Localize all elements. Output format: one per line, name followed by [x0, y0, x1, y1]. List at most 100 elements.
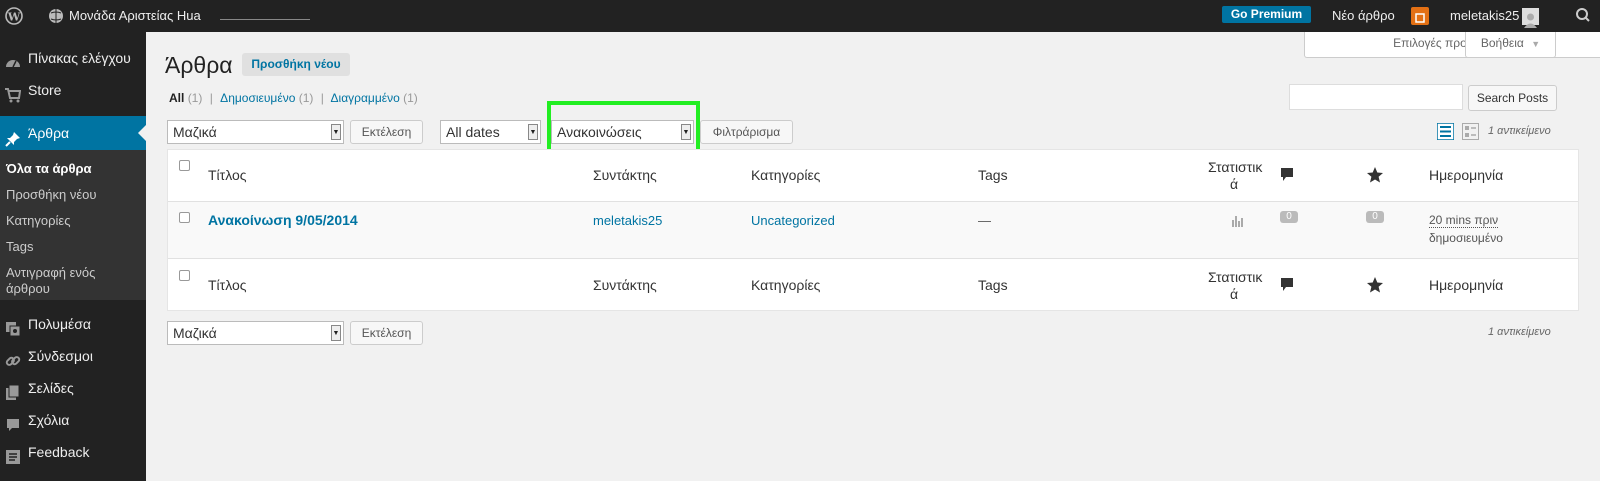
- search-icon[interactable]: [1575, 0, 1591, 32]
- submenu-duplicate-post[interactable]: Αντιγραφή ενός: [6, 265, 95, 280]
- go-premium-button[interactable]: Go Premium: [1222, 6, 1311, 23]
- cart-icon: [5, 82, 22, 103]
- filter-published[interactable]: Δημοσιευμένο: [220, 91, 295, 105]
- bulk-actions-select[interactable]: Μαζικά ▼: [167, 120, 344, 144]
- dropdown-arrow-icon: ▼: [528, 124, 538, 140]
- feedback-icon: [5, 444, 21, 464]
- filter-button[interactable]: Φιλτράρισμα: [700, 120, 793, 144]
- column-stats: Στατιστικ: [1208, 159, 1263, 175]
- link-icon: [5, 348, 21, 366]
- list-view-icon[interactable]: [1436, 122, 1455, 143]
- column-title-footer[interactable]: Τίτλος: [208, 277, 247, 293]
- filter-trash-count: (1): [403, 91, 418, 105]
- column-author-footer: Συντάκτης: [593, 277, 657, 293]
- row-checkbox[interactable]: [179, 212, 190, 223]
- admin-bar: W Μονάδα Αριστείας Hua Go Premium Νέο άρ…: [0, 0, 1600, 32]
- stats-chart-icon[interactable]: [1230, 212, 1246, 231]
- post-date: 20 mins πριν: [1429, 213, 1499, 228]
- dropdown-arrow-icon: ▼: [331, 124, 341, 140]
- help-arrow-icon: ▼: [1531, 39, 1541, 49]
- menu-posts[interactable]: Άρθρα: [0, 116, 146, 150]
- column-tags-footer: Tags: [978, 277, 1008, 293]
- column-categories-footer: Κατηγορίες: [751, 277, 821, 293]
- bulk-actions-value: Μαζικά: [173, 325, 217, 341]
- likes-star-icon[interactable]: [1366, 276, 1384, 297]
- bulk-actions-value: Μαζικά: [173, 124, 217, 140]
- filter-all[interactable]: All: [169, 91, 184, 105]
- menu-feedback[interactable]: Feedback: [0, 436, 146, 468]
- submenu-tags[interactable]: Tags: [6, 239, 33, 254]
- column-date-footer[interactable]: Ημερομηνία: [1429, 277, 1503, 293]
- post-category-link[interactable]: Uncategorized: [751, 213, 835, 228]
- wordpress-logo-icon[interactable]: W: [4, 0, 24, 32]
- main-content: Επιλογές προβολής ▼ Βοήθεια ▼ Άρθρα Προσ…: [146, 32, 1600, 481]
- menu-comments[interactable]: Σχόλια: [0, 404, 146, 436]
- column-stats-line2: ά: [1230, 176, 1239, 192]
- item-count-top: 1 αντικείμενο: [1488, 125, 1551, 137]
- add-new-post-button[interactable]: Προσθήκη νέου: [242, 53, 350, 76]
- column-stats-footer: Στατιστικ: [1208, 269, 1263, 285]
- menu-pages[interactable]: Σελίδες: [0, 372, 146, 404]
- comment-icon: [5, 412, 21, 431]
- post-status: δημοσιευμένο: [1429, 231, 1503, 245]
- search-input[interactable]: [1289, 84, 1463, 110]
- pushpin-icon: [5, 125, 21, 147]
- svg-text:W: W: [7, 11, 21, 24]
- site-globe-icon[interactable]: [48, 0, 64, 32]
- active-menu-arrow: [138, 125, 146, 141]
- page-title: Άρθρα: [165, 52, 233, 78]
- menu-dashboard[interactable]: Πίνακας ελέγχου: [0, 42, 146, 74]
- like-count-bubble: 0: [1366, 211, 1384, 223]
- apply-bulk-button-bottom[interactable]: Εκτέλεση: [350, 321, 423, 345]
- submenu-all-posts[interactable]: Όλα τα άρθρα: [6, 161, 92, 176]
- apply-bulk-button[interactable]: Εκτέλεση: [350, 120, 423, 144]
- adminbar-underline: [220, 19, 310, 20]
- submenu-duplicate-post-line2[interactable]: άρθρου: [6, 281, 50, 296]
- column-stats-footer-line2: ά: [1230, 286, 1239, 302]
- help-tab[interactable]: Βοήθεια ▼: [1465, 32, 1556, 58]
- filter-separator: |: [209, 91, 213, 105]
- search-posts-button[interactable]: Search Posts: [1468, 85, 1557, 111]
- category-filter-value: Ανακοινώσεις: [557, 124, 642, 140]
- post-author-link[interactable]: meletakis25: [593, 213, 662, 228]
- column-title[interactable]: Τίτλος: [208, 167, 247, 183]
- category-filter-select[interactable]: Ανακοινώσεις ▼: [551, 120, 694, 144]
- dashboard-icon: [5, 50, 21, 68]
- comments-column-icon[interactable]: [1280, 277, 1294, 296]
- comment-count-bubble[interactable]: 0: [1280, 211, 1298, 223]
- filter-trash[interactable]: Διαγραμμένο: [331, 91, 400, 105]
- bulk-actions-select-bottom[interactable]: Μαζικά ▼: [167, 321, 344, 345]
- filter-published-count: (1): [298, 91, 314, 105]
- new-post-link[interactable]: Νέο άρθρο: [1332, 0, 1395, 32]
- dates-filter-value: All dates: [446, 124, 500, 140]
- filter-separator: |: [320, 91, 324, 105]
- dropdown-arrow-icon: ▼: [681, 124, 691, 140]
- comments-column-icon[interactable]: [1280, 167, 1294, 186]
- select-all-checkbox[interactable]: [179, 160, 190, 171]
- pages-icon: [5, 380, 21, 400]
- post-tags: —: [978, 213, 991, 228]
- username-link[interactable]: meletakis25: [1450, 0, 1519, 32]
- column-author: Συντάκτης: [593, 167, 657, 183]
- menu-store[interactable]: Store: [0, 74, 146, 106]
- help-label: Βοήθεια: [1480, 36, 1524, 50]
- excerpt-view-icon[interactable]: [1462, 123, 1479, 143]
- avatar[interactable]: [1522, 8, 1539, 28]
- admin-sidebar: Πίνακας ελέγχου Store Άρθρα Όλα τα άρθρα…: [0, 32, 146, 481]
- submenu-add-new[interactable]: Προσθήκη νέου: [6, 187, 96, 202]
- submenu-categories[interactable]: Κατηγορίες: [6, 213, 70, 228]
- menu-media[interactable]: Πολυμέσα: [0, 308, 146, 340]
- likes-star-icon[interactable]: [1366, 166, 1384, 187]
- item-count-bottom: 1 αντικείμενο: [1488, 326, 1551, 338]
- media-icon: [5, 316, 21, 337]
- menu-links[interactable]: Σύνδεσμοι: [0, 340, 146, 372]
- column-date[interactable]: Ημερομηνία: [1429, 167, 1503, 183]
- post-title-link[interactable]: Ανακοίνωση 9/05/2014: [208, 212, 358, 228]
- select-all-checkbox-footer[interactable]: [179, 270, 190, 281]
- site-name-link[interactable]: Μονάδα Αριστείας Hua: [69, 0, 201, 32]
- filter-all-count: (1): [187, 91, 203, 105]
- dates-filter-select[interactable]: All dates ▼: [440, 120, 541, 144]
- status-filters: All (1) | Δημοσιευμένο (1) | Διαγραμμένο…: [169, 91, 418, 105]
- posts-table: Τίτλος Συντάκτης Κατηγορίες Tags Στατιστ…: [167, 149, 1579, 311]
- notifications-icon[interactable]: [1411, 7, 1429, 25]
